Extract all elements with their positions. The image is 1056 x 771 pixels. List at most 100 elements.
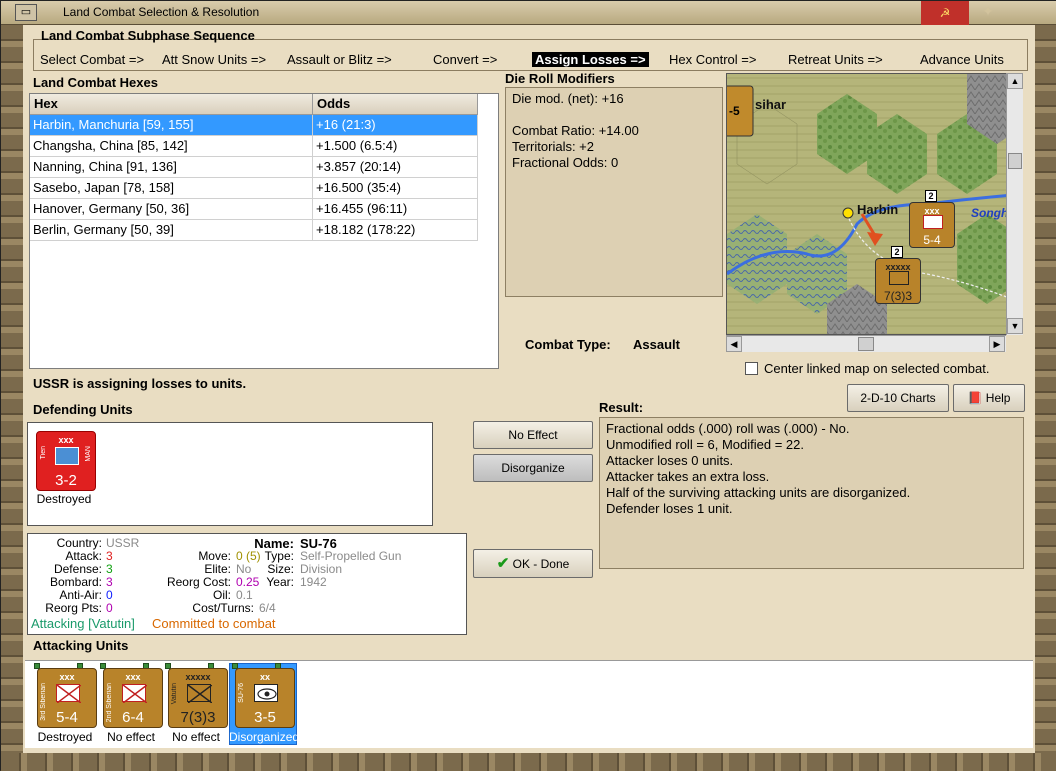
die-roll-line: Territorials: +2 <box>512 139 594 154</box>
die-roll-line: Combat Ratio: +14.00 <box>512 123 639 138</box>
hex-cell: Berlin, Germany [50, 39] <box>30 220 313 241</box>
seq-hex-control[interactable]: Hex Control => <box>669 52 756 67</box>
stack-count-badge: 2 <box>891 246 903 258</box>
table-row[interactable]: Sasebo, Japan [78, 158] +16.500 (35:4) <box>30 178 478 199</box>
die-roll-line: Fractional Odds: 0 <box>512 155 619 170</box>
book-icon: 📕 <box>967 391 983 405</box>
scroll-up-icon[interactable]: ▲ <box>1007 73 1023 89</box>
odds-cell: +16 (21:3) <box>313 115 478 136</box>
status-text: USSR is assigning losses to units. <box>33 376 247 391</box>
attacking-unit-counter[interactable]: xxx 2nd Siberian 6-4 <box>103 668 163 728</box>
scroll-right-icon[interactable]: ▶ <box>989 336 1005 352</box>
defending-units-box: xxx Tien MAN 3-2 Destroyed <box>27 422 433 526</box>
attacking-unit-caption: No effect <box>172 730 220 744</box>
elite-label: Elite: <box>204 562 231 576</box>
map-unit-counter[interactable]: xxx 5-4 <box>909 202 955 248</box>
scroll-thumb[interactable] <box>858 337 874 351</box>
map-river-label: Songh <box>971 206 1009 220</box>
seq-retreat-units[interactable]: Retreat Units => <box>788 52 883 67</box>
stack-count-badge: 2 <box>925 190 937 202</box>
defending-heading: Defending Units <box>33 402 133 417</box>
result-line: Fractional odds (.000) roll was (.000) -… <box>606 421 850 436</box>
unit-strength: 3-5 <box>254 709 276 726</box>
combat-type-label: Combat Type: <box>525 337 611 352</box>
close-button[interactable]: ☭ <box>921 1 969 25</box>
no-effect-button[interactable]: No Effect <box>473 421 593 449</box>
table-row[interactable]: Berlin, Germany [50, 39] +18.182 (178:22) <box>30 220 478 241</box>
content-panel: Land Combat Subphase Sequence Select Com… <box>23 25 1035 753</box>
oil-label: Oil: <box>213 588 231 602</box>
table-row[interactable]: Hanover, Germany [50, 36] +16.455 (96:11) <box>30 199 478 220</box>
hq-icon <box>889 271 909 285</box>
map-horizontal-scrollbar[interactable]: ◀ ▶ <box>726 335 1006 352</box>
scroll-thumb[interactable] <box>1008 153 1022 169</box>
year-label: Year: <box>266 575 294 589</box>
column-header-hex[interactable]: Hex <box>30 94 313 115</box>
antiair-value: 0 <box>106 588 113 602</box>
move-value: 0 (5) <box>236 549 261 563</box>
unit-designation: SU-76 <box>238 683 245 703</box>
antiair-label: Anti-Air: <box>59 588 102 602</box>
help-button[interactable]: 📕 Help <box>953 384 1025 412</box>
seq-assign-losses[interactable]: Assign Losses => <box>532 52 649 67</box>
system-menu-button[interactable]: ▭ <box>15 4 37 21</box>
country-label: Country: <box>56 536 102 550</box>
unit-strength: 5-4 <box>56 709 78 726</box>
disorganize-button[interactable]: Disorganize <box>473 454 593 482</box>
result-line: Unmodified roll = 6, Modified = 22. <box>606 437 804 452</box>
defending-unit-counter[interactable]: xxx Tien MAN 3-2 <box>36 431 96 491</box>
infantry-icon <box>56 684 82 704</box>
table-row[interactable]: Harbin, Manchuria [59, 155] +16 (21:3) <box>30 115 478 136</box>
odds-cell: +16.455 (96:11) <box>313 199 478 220</box>
size-value: Division <box>300 562 343 576</box>
odds-cell: +16.500 (35:4) <box>313 178 478 199</box>
seq-select-combat[interactable]: Select Combat => <box>40 52 144 67</box>
map-corner-label: -5 <box>729 104 740 118</box>
die-roll-line: Die mod. (net): +16 <box>512 91 624 106</box>
scroll-down-icon[interactable]: ▼ <box>1007 318 1023 334</box>
seq-advance-units[interactable]: Advance Units <box>920 52 1004 67</box>
ok-done-button[interactable]: ✔ OK - Done <box>473 549 593 578</box>
center-map-label[interactable]: Center linked map on selected combat. <box>764 361 989 376</box>
attacking-heading: Attacking Units <box>33 638 129 653</box>
seq-att-snow-units[interactable]: Att Snow Units => <box>162 52 266 67</box>
combat-window: ▭ Land Combat Selection & Resolution ☭ ✦… <box>0 0 1056 771</box>
center-map-checkbox[interactable] <box>745 362 758 375</box>
ok-done-label: OK - Done <box>512 557 570 571</box>
map-unit-counter[interactable]: xxxxx 7(3)3 <box>875 258 921 304</box>
hex-cell: Changsha, China [85, 142] <box>30 136 313 157</box>
type-value: Self-Propelled Gun <box>300 549 402 563</box>
column-header-odds[interactable]: Odds <box>313 94 478 115</box>
reorg-pts-value: 0 <box>106 601 113 615</box>
checkmark-icon: ✔ <box>496 555 510 572</box>
move-label: Move: <box>198 549 231 563</box>
unit-strength: 6-4 <box>122 709 144 726</box>
defense-label: Defense: <box>53 562 102 576</box>
attacking-unit-counter[interactable]: xxxxx Vatutin 7(3)3 <box>168 668 228 728</box>
title-bar: ▭ Land Combat Selection & Resolution ☭ ✦ <box>1 1 1056 25</box>
table-row[interactable]: Nanning, China [91, 136] +3.857 (20:14) <box>30 157 478 178</box>
infantry-icon <box>55 447 79 465</box>
attacking-unit-counter[interactable]: xxx 3rd Siberian 5-4 <box>37 668 97 728</box>
attacking-unit-caption: No effect <box>107 730 155 744</box>
frame-left <box>1 25 23 771</box>
map-vertical-scrollbar[interactable]: ▲ ▼ <box>1006 73 1023 335</box>
result-line: Attacker loses 0 units. <box>606 453 734 468</box>
odds-cell: +1.500 (6.5:4) <box>313 136 478 157</box>
table-row[interactable]: Changsha, China [85, 142] +1.500 (6.5:4) <box>30 136 478 157</box>
attack-label: Attack: <box>65 549 102 563</box>
unit-size: xxx <box>59 672 75 682</box>
ornament-icon: ✦ <box>982 3 994 19</box>
charts-button[interactable]: 2-D-10 Charts <box>847 384 949 412</box>
seq-convert[interactable]: Convert => <box>433 52 497 67</box>
seq-assault-or-blitz[interactable]: Assault or Blitz => <box>287 52 392 67</box>
scroll-left-icon[interactable]: ◀ <box>726 336 742 352</box>
type-label: Type: <box>264 549 294 563</box>
linked-map[interactable]: -5 sihar Harbin Songh xxx 5-4 xxxxx 7(3)… <box>726 73 1023 335</box>
attacking-unit-caption: Disorganized <box>229 730 300 744</box>
window-title: Land Combat Selection & Resolution <box>63 5 260 19</box>
hex-cell: Harbin, Manchuria [59, 155] <box>30 115 313 136</box>
attacking-unit-counter[interactable]: xx SU-76 3-5 <box>235 668 295 728</box>
committed-status: Committed to combat <box>152 616 276 631</box>
bombard-value: 3 <box>106 575 113 589</box>
